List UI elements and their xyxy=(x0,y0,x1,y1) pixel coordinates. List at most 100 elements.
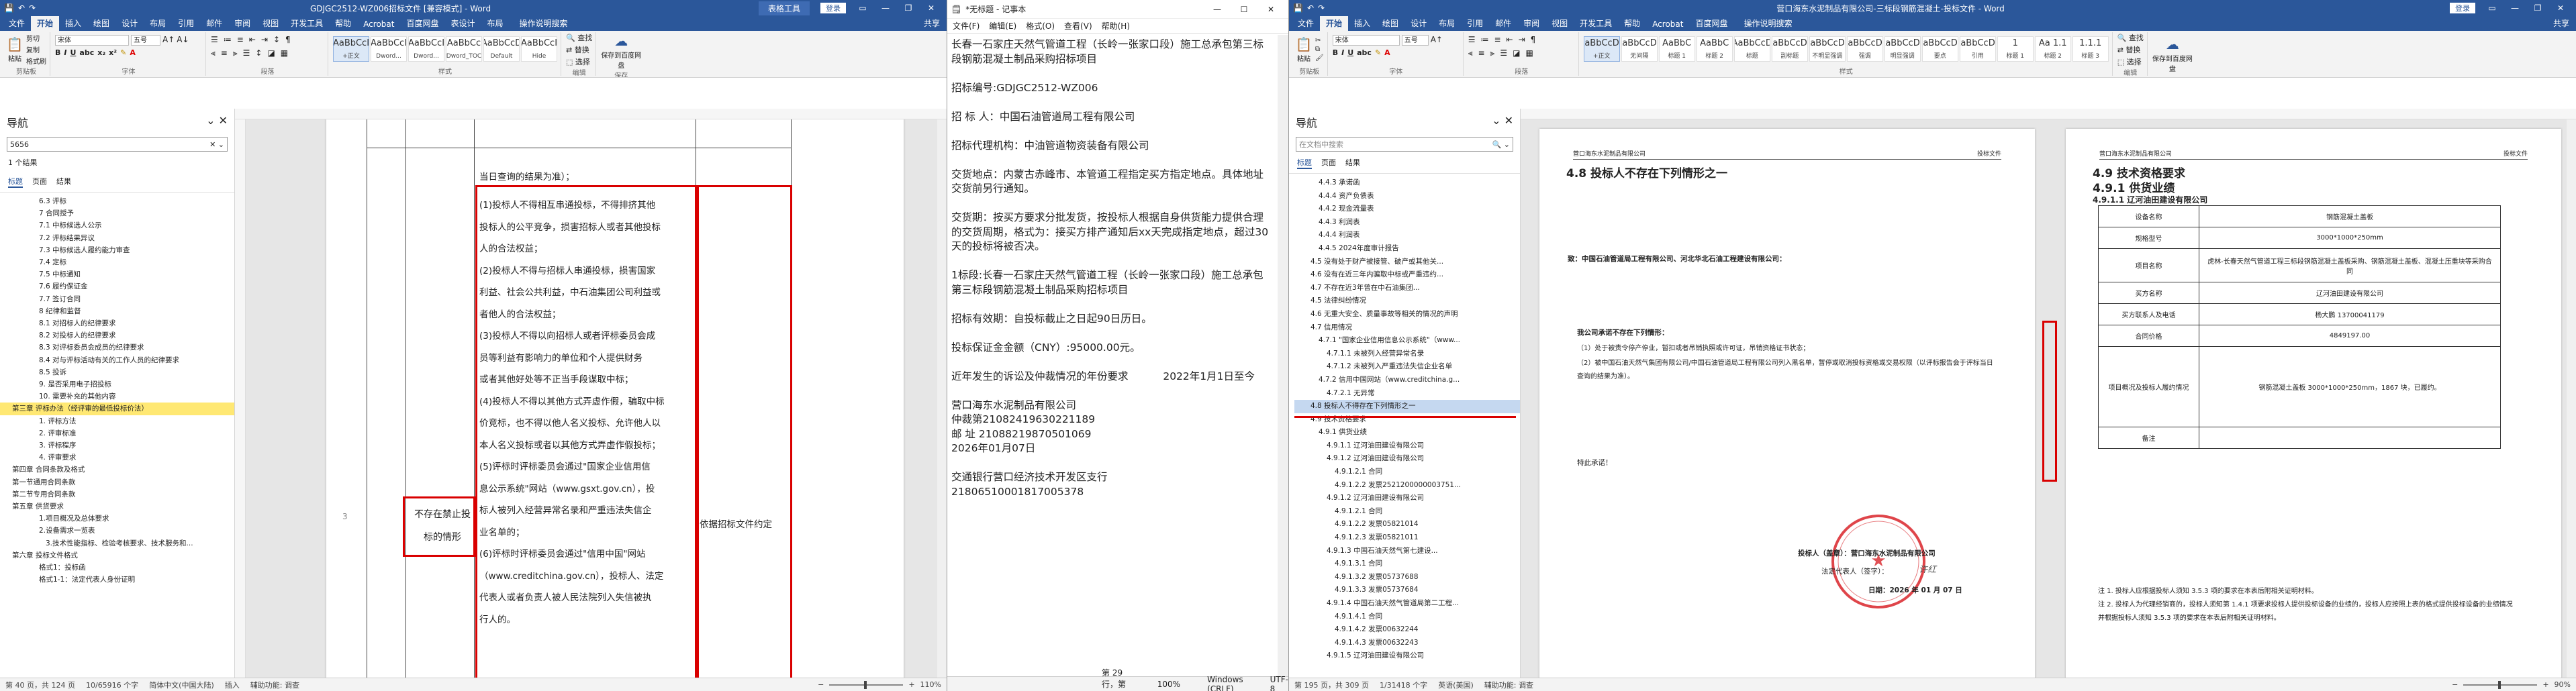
grow-font-icon[interactable]: A↑ xyxy=(162,35,175,46)
increase-indent-icon[interactable]: ⇥ xyxy=(1519,35,1525,44)
style-swatch[interactable]: AaBbC 标题 1 xyxy=(1658,36,1695,62)
superscript-icon[interactable]: x² xyxy=(109,48,117,57)
share-button[interactable]: 共享 xyxy=(917,15,947,31)
grow-font-icon[interactable]: A↑ xyxy=(1431,35,1443,46)
format-painter-button[interactable]: 格式刷 xyxy=(26,56,46,66)
nav-heading-item[interactable]: 4. 评审要求 xyxy=(0,451,234,464)
maximize-icon[interactable]: ☐ xyxy=(1231,5,1257,14)
nav-heading-item[interactable]: 4.4.5 2024年度审计报告 xyxy=(1294,242,1520,256)
nav-heading-item[interactable]: 7.4 定标 xyxy=(0,256,234,268)
tab-item[interactable]: 邮件 xyxy=(200,15,228,31)
nav-heading-item[interactable]: 7.7 签订合同 xyxy=(0,293,234,305)
nav-heading-item[interactable]: 4.5 没有处于财产被接管、破产或其他关... xyxy=(1294,256,1520,269)
highlight-icon[interactable]: ✎ xyxy=(1375,48,1381,57)
save-icon[interactable]: 💾 xyxy=(4,3,14,13)
style-swatch[interactable]: AaBbCcDd 不明显强调 xyxy=(1809,36,1846,62)
align-right-icon[interactable]: ⫸ xyxy=(1490,48,1495,58)
nav-heading-item[interactable]: 4.9.1.3.1 合同 xyxy=(1294,557,1520,571)
save-baidu-button[interactable]: ☁ 保存到百度网盘 xyxy=(601,32,641,70)
style-swatch[interactable]: AaBbCcI +正文 xyxy=(333,36,369,62)
status-page[interactable]: 第 195 页，共 309 页 xyxy=(1294,680,1369,690)
tab-item[interactable]: Acrobat xyxy=(357,17,400,31)
bold-icon[interactable]: B xyxy=(55,48,60,57)
tab-item[interactable]: 引用 xyxy=(1461,15,1489,31)
nav-heading-item[interactable]: 4.9.1.3.2 发票05737688 xyxy=(1294,571,1520,584)
tab-item[interactable]: 邮件 xyxy=(1489,15,1517,31)
nav-heading-item[interactable]: 4.7.2 信用中国网站（www.creditchina.g... xyxy=(1294,374,1520,387)
status-accessibility[interactable]: 辅助功能: 调查 xyxy=(1484,680,1533,690)
minimize-icon[interactable]: — xyxy=(1204,5,1231,14)
strikethrough-icon[interactable]: abc xyxy=(79,48,94,57)
style-swatch[interactable]: AaBbCcI Dword... xyxy=(408,36,444,62)
justify-icon[interactable]: ☰ xyxy=(243,48,250,58)
zoom-level[interactable]: 110% xyxy=(920,680,941,689)
numbering-icon[interactable]: ≔ xyxy=(1480,35,1488,44)
bullets-icon[interactable]: ☰ xyxy=(1468,35,1476,44)
menu-item[interactable]: 格式(O) xyxy=(1026,20,1055,32)
font-size-select[interactable]: 五号 xyxy=(1401,35,1429,46)
align-center-icon[interactable]: ≡ xyxy=(1478,48,1484,58)
style-swatch[interactable]: AaBbCcDd 副标题 xyxy=(1771,36,1808,62)
sort-icon[interactable]: ↕ xyxy=(273,35,280,44)
nav-heading-item[interactable]: 3. 评标程序 xyxy=(0,439,234,451)
close-icon[interactable]: ✕ xyxy=(1257,5,1284,14)
undo-icon[interactable]: ↶ xyxy=(1307,3,1314,13)
nav-heading-item[interactable]: 7.1 中标候选人公示 xyxy=(0,219,234,231)
nav-heading-item[interactable]: 8.1 对招标人的纪律要求 xyxy=(0,317,234,329)
underline-icon[interactable]: U xyxy=(1347,48,1353,57)
paste-button[interactable]: 📋 粘贴 xyxy=(6,36,23,63)
tab-item[interactable]: 百度网盘 xyxy=(400,15,444,31)
font-name-select[interactable]: 宋体 xyxy=(55,35,129,46)
status-words[interactable]: 10/65916 个字 xyxy=(86,680,138,690)
tab-item[interactable]: 视图 xyxy=(1545,15,1574,31)
nav-heading-item[interactable]: 4.9.1.2.2 发票05821014 xyxy=(1294,518,1520,531)
nav-heading-item[interactable]: 4.7 不存在近3年曾在中石油集团... xyxy=(1294,282,1520,295)
nav-heading-item[interactable]: 4.9.1.3 中国石油天然气第七建设... xyxy=(1294,545,1520,558)
tab-item[interactable]: 开发工具 xyxy=(285,15,329,31)
status-language[interactable]: 简体中文(中国大陆) xyxy=(149,680,214,690)
nav-heading-item[interactable]: 4.4.3 利润表 xyxy=(1294,216,1520,229)
minimize-icon[interactable]: — xyxy=(874,3,897,13)
nav-heading-item[interactable]: 4.5 法律纠纷情况 xyxy=(1294,295,1520,308)
nav-tab[interactable]: 结果 xyxy=(1345,157,1360,169)
nav-options-icon[interactable]: ⌄ xyxy=(206,114,215,127)
nav-heading-item[interactable]: 4.9 技术资格要求 xyxy=(1294,413,1520,427)
nav-heading-item[interactable]: 4.9.1.3.3 发票05737684 xyxy=(1294,584,1520,597)
nav-heading-item[interactable]: 格式1：投标函 xyxy=(0,562,234,574)
nav-search-input[interactable]: 5656 ✕ ⌄ xyxy=(7,137,228,152)
style-swatch[interactable]: AaBbCcDd 强调 xyxy=(1846,36,1883,62)
zoom-out-icon[interactable]: − xyxy=(2452,680,2458,689)
clear-search-icon[interactable]: ✕ ⌄ xyxy=(209,140,224,149)
share-button[interactable]: 共享 xyxy=(2546,15,2576,31)
nav-close-icon[interactable]: ✕ xyxy=(219,114,228,127)
nav-heading-item[interactable]: 第四章 合同条款及格式 xyxy=(0,464,234,476)
nav-heading-item[interactable]: 7.5 中标通知 xyxy=(0,268,234,280)
nav-heading-item[interactable]: 8.4 对与评标活动有关的工作人员的纪律要求 xyxy=(0,354,234,366)
font-color-icon[interactable]: A xyxy=(1384,48,1390,57)
nav-heading-item[interactable]: 3.技术性能指标、检验考核要求、技术服务和... xyxy=(0,537,234,549)
status-words[interactable]: 1/31418 个字 xyxy=(1380,680,1427,690)
nav-heading-item[interactable]: 4.4.3 承诺函 xyxy=(1294,176,1520,190)
nav-tab[interactable]: 结果 xyxy=(56,176,71,188)
tab-item[interactable]: 绘图 xyxy=(1376,15,1404,31)
style-swatch[interactable]: AaBbCcI Hide xyxy=(521,36,557,62)
zoom-in-icon[interactable]: + xyxy=(2542,680,2548,689)
copy-icon[interactable]: ⧉ xyxy=(1315,46,1324,53)
status-language[interactable]: 英语(美国) xyxy=(1438,680,1474,690)
italic-icon[interactable]: I xyxy=(64,48,66,57)
tab-item[interactable]: 文件 xyxy=(3,15,31,31)
redo-icon[interactable]: ↷ xyxy=(1318,3,1325,13)
shading-icon[interactable]: ◪ xyxy=(267,48,275,58)
find-button[interactable]: 🔍 查找 xyxy=(566,32,592,43)
status-page[interactable]: 第 40 页，共 124 页 xyxy=(5,680,75,690)
align-left-icon[interactable]: ⫷ xyxy=(211,48,216,58)
tab-item[interactable]: 布局 xyxy=(144,15,172,31)
redo-icon[interactable]: ↷ xyxy=(29,3,36,13)
nav-search-input[interactable]: 在文档中搜索 🔍 ⌄ xyxy=(1296,137,1513,152)
notepad-text-area[interactable]: 长春一石家庄天然气管道工程（长岭一张家口段）施工总承包第三标段钢筋混凝土制品采购… xyxy=(947,35,1278,676)
nav-heading-item[interactable]: 4.9.1.2.1 合同 xyxy=(1294,505,1520,519)
align-left-icon[interactable]: ⫷ xyxy=(1468,48,1473,58)
nav-heading-item[interactable]: 7 合同授予 xyxy=(0,207,234,219)
font-name-select[interactable]: 宋体 xyxy=(1332,35,1400,46)
close-icon[interactable]: ✕ xyxy=(920,3,943,13)
